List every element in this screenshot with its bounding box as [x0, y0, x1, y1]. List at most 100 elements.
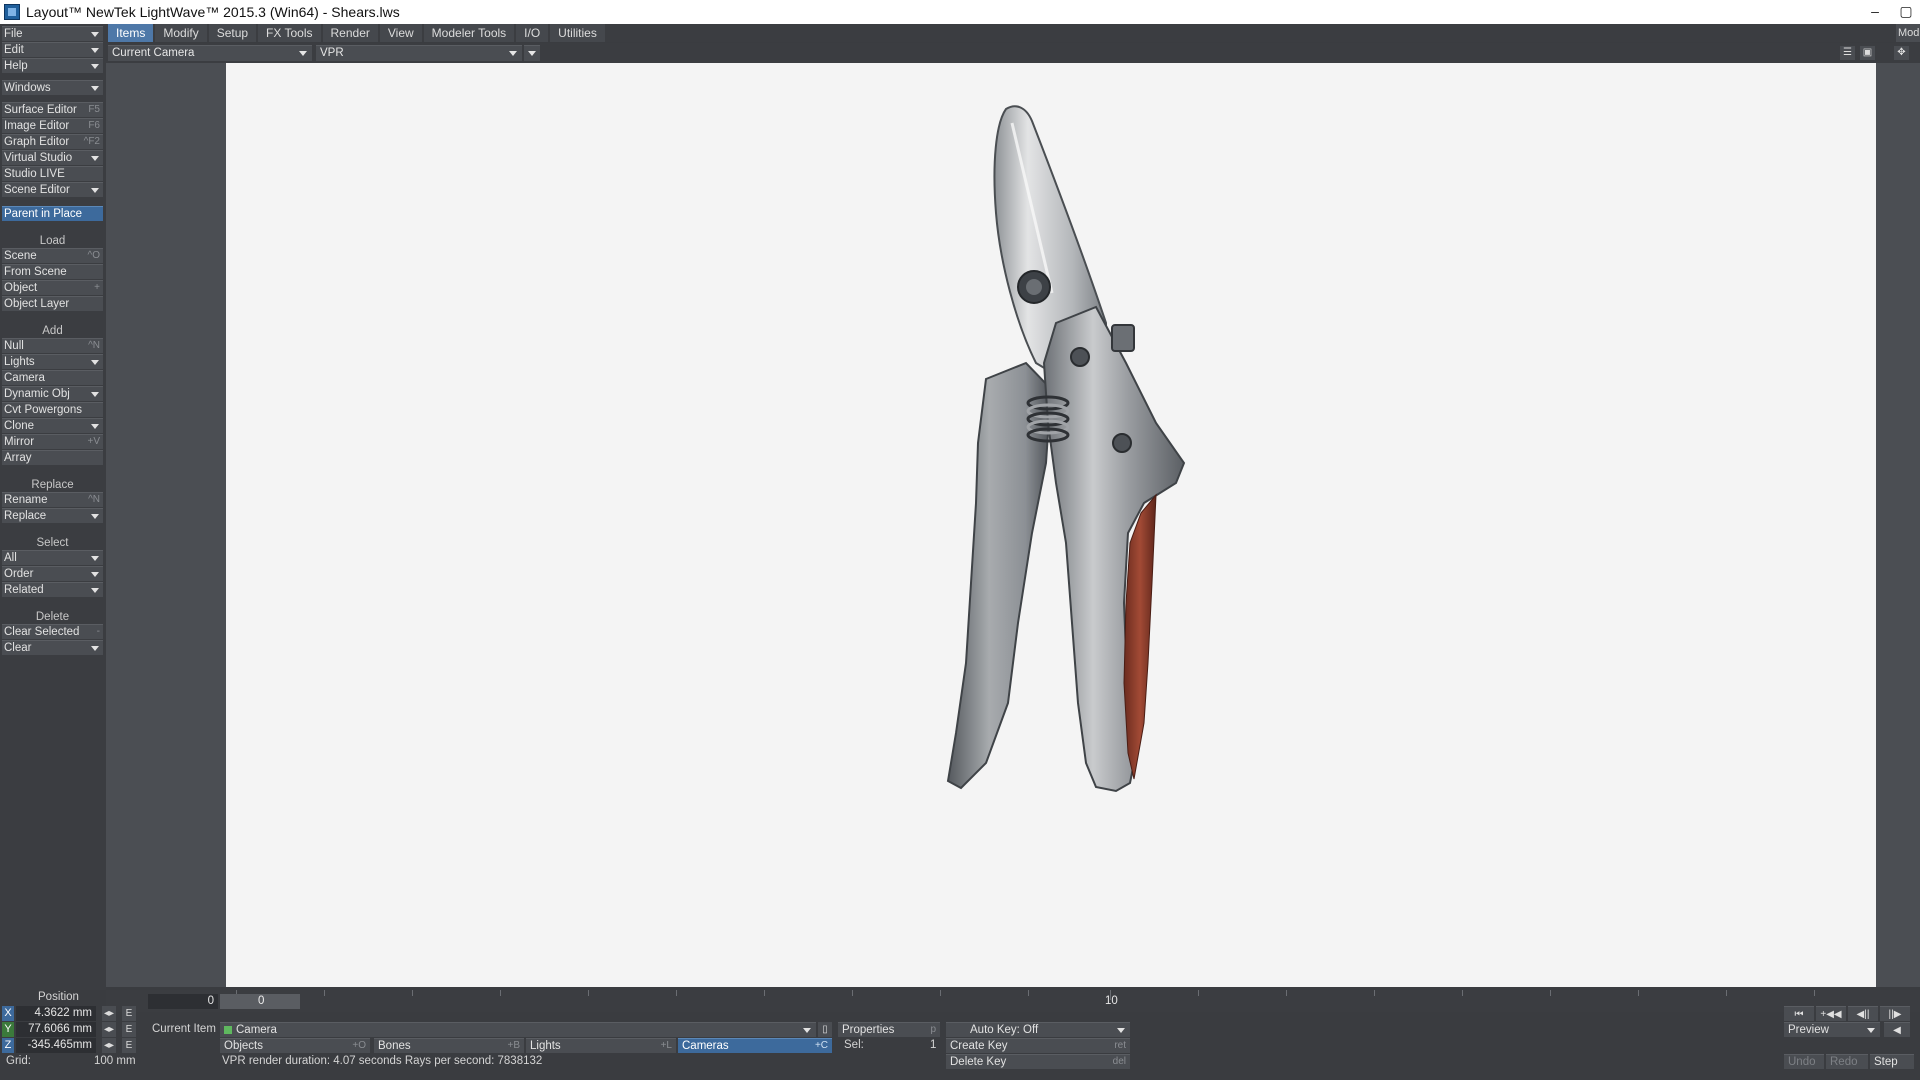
move-view-icon[interactable]: ✥ — [1894, 46, 1909, 60]
bottom-panel: Position X 4.3622 mm ◂▸ E Y 77.6066 mm ◂… — [0, 990, 1920, 1080]
clear-menu[interactable]: Clear — [2, 640, 103, 655]
x-slider-icon[interactable]: ◂▸ — [102, 1006, 116, 1021]
undo-button[interactable]: Undo — [1784, 1054, 1824, 1069]
dynamic-obj-menu[interactable]: Dynamic Obj — [2, 386, 103, 401]
play-reverse-icon[interactable]: ◀|| — [1848, 1006, 1878, 1021]
first-frame-icon[interactable]: ⏮ — [1784, 1006, 1814, 1021]
y-slider-icon[interactable]: ◂▸ — [102, 1022, 116, 1037]
y-position-field[interactable]: 77.6066 mm — [16, 1022, 96, 1037]
z-position-field[interactable]: -345.465mm — [16, 1038, 96, 1053]
array-button[interactable]: Array — [2, 450, 103, 465]
tab-render[interactable]: Render — [322, 24, 378, 42]
chevron-down-icon — [91, 86, 99, 91]
z-axis-toggle[interactable]: Z — [2, 1038, 14, 1053]
rewind-icon[interactable]: +◀◀ — [1816, 1006, 1846, 1021]
tab-view[interactable]: View — [379, 24, 422, 42]
list-icon[interactable]: ☰ — [1840, 46, 1855, 60]
virtual-studio-menu[interactable]: Virtual Studio — [2, 150, 103, 165]
tab-items[interactable]: Items — [108, 24, 154, 42]
file-menu[interactable]: File — [2, 26, 103, 41]
chevron-down-icon — [528, 51, 536, 56]
graph-editor-button[interactable]: Graph Editor ^F2 — [2, 134, 103, 149]
load-from-scene-button[interactable]: From Scene — [2, 264, 103, 279]
play-forward-icon[interactable]: ||▶ — [1880, 1006, 1910, 1021]
cameras-filter-button[interactable]: Cameras +C — [678, 1038, 832, 1053]
rename-button[interactable]: Rename ^N — [2, 492, 103, 507]
window-title: Layout™ NewTek LightWave™ 2015.3 (Win64)… — [26, 4, 400, 20]
properties-button[interactable]: Properties p — [838, 1022, 940, 1037]
viewport-header: Current Camera VPR ☰ ▣ ✥ — [106, 43, 1920, 63]
chevron-down-icon — [91, 64, 99, 69]
help-menu[interactable]: Help — [2, 58, 103, 73]
position-label: Position — [38, 991, 79, 1003]
clear-selected-button[interactable]: Clear Selected - — [2, 624, 103, 639]
tab-modify[interactable]: Modify — [155, 24, 207, 42]
chevron-down-icon — [91, 48, 99, 53]
tab-fx-tools[interactable]: FX Tools — [258, 24, 321, 42]
viewport-render[interactable] — [226, 63, 1876, 987]
preview-select[interactable]: Preview — [1784, 1022, 1880, 1037]
studio-live-button[interactable]: Studio LIVE — [2, 166, 103, 181]
objects-filter-button[interactable]: Objects +O — [220, 1038, 370, 1053]
chevron-down-icon — [91, 588, 99, 593]
render-mode-select[interactable]: VPR — [316, 45, 522, 61]
y-axis-toggle[interactable]: Y — [2, 1022, 14, 1037]
tab-setup[interactable]: Setup — [208, 24, 257, 42]
windows-menu[interactable]: Windows — [2, 80, 103, 95]
clone-menu[interactable]: Clone — [2, 418, 103, 433]
add-section-header: Add — [42, 325, 63, 337]
item-lock-icon[interactable]: ▯ — [818, 1022, 832, 1037]
status-message: VPR render duration: 4.07 seconds Rays p… — [222, 1055, 543, 1067]
x-position-field[interactable]: 4.3622 mm — [16, 1006, 96, 1021]
x-axis-toggle[interactable]: X — [2, 1006, 14, 1021]
tab-io[interactable]: I/O — [516, 24, 549, 42]
delete-key-button[interactable]: Delete Key del — [946, 1054, 1130, 1069]
surface-editor-button[interactable]: Surface Editor F5 — [2, 102, 103, 117]
minimize-icon[interactable]: – — [1858, 0, 1892, 24]
menu-tab-bar: Items Modify Setup FX Tools Render View … — [106, 24, 1920, 42]
select-section-header: Select — [36, 537, 69, 549]
create-key-button[interactable]: Create Key ret — [946, 1038, 1130, 1053]
camera-view-select[interactable]: Current Camera — [108, 45, 312, 61]
modeler-switch-button[interactable]: Mod — [1896, 24, 1920, 42]
add-camera-button[interactable]: Camera — [2, 370, 103, 385]
current-item-select[interactable]: Camera — [220, 1022, 816, 1037]
chevron-down-icon — [803, 1028, 811, 1033]
bones-filter-button[interactable]: Bones +B — [374, 1038, 524, 1053]
x-envelope-button[interactable]: E — [122, 1006, 136, 1021]
chevron-down-icon — [91, 572, 99, 577]
z-slider-icon[interactable]: ◂▸ — [102, 1038, 116, 1053]
tab-utilities[interactable]: Utilities — [550, 24, 605, 42]
mirror-button[interactable]: Mirror +V — [2, 434, 103, 449]
chevron-down-icon — [91, 360, 99, 365]
step-back-icon[interactable]: ◀ — [1884, 1022, 1910, 1037]
viewport-options-dropdown[interactable] — [524, 45, 540, 61]
chevron-down-icon — [1867, 1028, 1875, 1033]
maximize-viewport-icon[interactable]: ▣ — [1860, 46, 1875, 60]
image-editor-button[interactable]: Image Editor F6 — [2, 118, 103, 133]
step-button[interactable]: Step — [1870, 1054, 1914, 1069]
tab-modeler-tools[interactable]: Modeler Tools — [423, 24, 515, 42]
replace-section-header: Replace — [31, 479, 74, 491]
parent-in-place-toggle[interactable]: Parent in Place — [2, 206, 103, 221]
select-order-menu[interactable]: Order — [2, 566, 103, 581]
select-all-menu[interactable]: All — [2, 550, 103, 565]
edit-menu[interactable]: Edit — [2, 42, 103, 57]
chevron-down-icon — [299, 51, 307, 56]
chevron-down-icon — [1117, 1028, 1125, 1033]
scene-editor-menu[interactable]: Scene Editor — [2, 182, 103, 197]
add-null-button[interactable]: Null ^N — [2, 338, 103, 353]
auto-key-select[interactable]: Auto Key: Off — [946, 1022, 1130, 1037]
load-object-layer-button[interactable]: Object Layer — [2, 296, 103, 311]
lights-filter-button[interactable]: Lights +L — [526, 1038, 676, 1053]
z-envelope-button[interactable]: E — [122, 1038, 136, 1053]
cvt-powergons-button[interactable]: Cvt Powergons — [2, 402, 103, 417]
add-lights-menu[interactable]: Lights — [2, 354, 103, 369]
replace-menu[interactable]: Replace — [2, 508, 103, 523]
load-object-button[interactable]: Object + — [2, 280, 103, 295]
select-related-menu[interactable]: Related — [2, 582, 103, 597]
redo-button[interactable]: Redo — [1826, 1054, 1868, 1069]
y-envelope-button[interactable]: E — [122, 1022, 136, 1037]
load-scene-button[interactable]: Scene ^O — [2, 248, 103, 263]
restore-icon[interactable]: ▢ — [1892, 0, 1920, 24]
